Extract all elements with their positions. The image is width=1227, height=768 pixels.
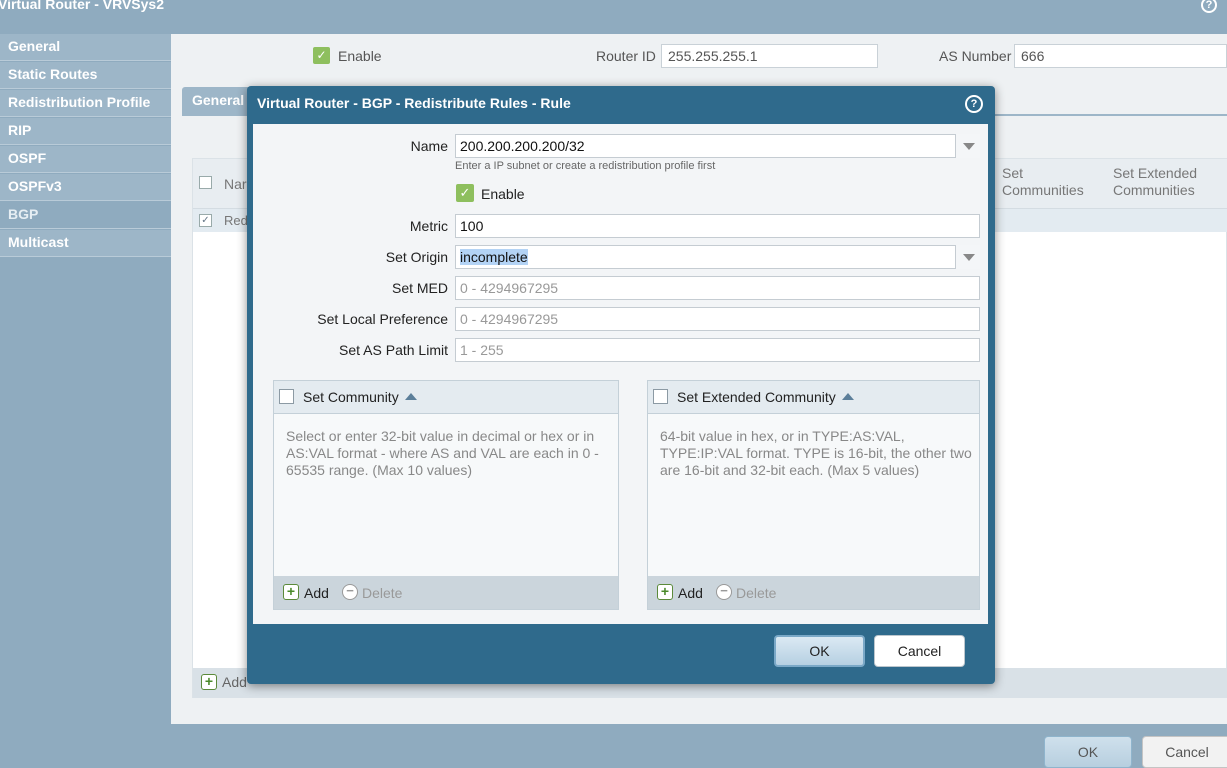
add-icon[interactable]: + — [657, 584, 673, 600]
set-community-column-header[interactable]: Set Community — [303, 389, 417, 405]
set-community-hint: Select or enter 32-bit value in decimal … — [286, 428, 599, 478]
set-extended-community-delete-button[interactable]: Delete — [736, 585, 776, 601]
tab-general[interactable]: General — [182, 87, 252, 115]
grid-col-name[interactable]: Nar — [224, 176, 247, 193]
set-extended-community-column-header[interactable]: Set Extended Community — [677, 389, 854, 405]
rule-enable-checkbox[interactable]: ✓ — [456, 184, 474, 202]
dialog-cancel-button[interactable]: Cancel — [874, 635, 965, 667]
set-local-preference-input[interactable]: 0 - 4294967295 — [455, 307, 980, 331]
sidebar-item-multicast[interactable]: Multicast — [0, 230, 171, 257]
set-origin-select[interactable]: incomplete — [455, 245, 980, 269]
set-community-delete-button[interactable]: Delete — [362, 585, 402, 601]
set-extended-community-header: Set Extended Community — [648, 381, 979, 414]
set-med-input[interactable]: 0 - 4294967295 — [455, 276, 980, 300]
outer-cancel-button[interactable]: Cancel — [1142, 736, 1227, 768]
set-community-add-button[interactable]: Add — [304, 585, 329, 601]
rule-enable-label: Enable — [481, 186, 525, 202]
set-extended-community-select-all-checkbox[interactable] — [653, 389, 668, 404]
add-icon[interactable]: + — [201, 674, 217, 690]
set-origin-label: Set Origin — [385, 249, 448, 265]
set-community-footer: + Add − Delete — [274, 576, 618, 609]
sidebar-item-general[interactable]: General — [0, 34, 171, 61]
dialog-ok-button[interactable]: OK — [774, 635, 865, 667]
set-origin-chevron-down-icon[interactable] — [955, 245, 980, 269]
sidebar-item-redistribution-profile[interactable]: Redistribution Profile — [0, 90, 171, 117]
set-extended-community-add-button[interactable]: Add — [678, 585, 703, 601]
grid-add-button[interactable]: Add — [222, 674, 247, 690]
set-community-header: Set Community — [274, 381, 618, 414]
set-extended-community-panel: Set Extended Community 64-bit value in h… — [647, 380, 980, 610]
name-dropdown-chevron-down-icon[interactable] — [955, 134, 980, 158]
row-name-cell: Red — [224, 213, 248, 228]
name-value: 200.200.200.200/32 — [460, 138, 585, 154]
metric-input[interactable]: 100 — [455, 214, 980, 238]
outer-window-title-bar: Virtual Router - VRVSys2 — [0, 0, 1227, 30]
dialog-title: Virtual Router - BGP - Redistribute Rule… — [257, 95, 571, 111]
router-id-label: Router ID — [596, 48, 656, 64]
set-extended-community-header-label: Set Extended Community — [677, 389, 836, 405]
delete-icon[interactable]: − — [342, 584, 358, 600]
outer-window-title: Virtual Router - VRVSys2 — [0, 0, 164, 12]
set-extended-community-hint: 64-bit value in hex, or in TYPE:AS:VAL, … — [660, 428, 972, 478]
delete-icon[interactable]: − — [716, 584, 732, 600]
outer-enable-label: Enable — [338, 48, 382, 64]
sort-ascending-icon — [841, 393, 854, 400]
as-number-label: AS Number — [939, 48, 1012, 64]
sidebar-item-bgp[interactable]: BGP — [0, 202, 171, 229]
sidebar-item-ospf[interactable]: OSPF — [0, 146, 171, 173]
set-local-preference-label: Set Local Preference — [317, 311, 448, 327]
set-as-path-limit-input[interactable]: 1 - 255 — [455, 338, 980, 362]
as-number-input[interactable]: 666 — [1014, 44, 1227, 68]
name-hint-text: Enter a IP subnet or create a redistribu… — [455, 160, 716, 172]
set-community-select-all-checkbox[interactable] — [279, 389, 294, 404]
router-id-input[interactable]: 255.255.255.1 — [661, 44, 878, 68]
set-community-panel: Set Community Select or enter 32-bit val… — [273, 380, 619, 610]
set-extended-community-footer: + Add − Delete — [648, 576, 979, 609]
set-origin-value: incomplete — [460, 249, 528, 265]
grid-col-set-extended-communities[interactable]: Set Extended Communities — [1113, 165, 1223, 199]
row-checkbox[interactable]: ✓ — [199, 214, 212, 227]
outer-ok-button[interactable]: OK — [1044, 736, 1132, 768]
sidebar-item-static-routes[interactable]: Static Routes — [0, 62, 171, 89]
set-community-header-label: Set Community — [303, 389, 399, 405]
outer-enable-checkbox[interactable]: ✓ — [313, 47, 330, 64]
sidebar-item-rip[interactable]: RIP — [0, 118, 171, 145]
dialog-help-icon[interactable]: ? — [965, 95, 983, 113]
set-med-label: Set MED — [391, 280, 448, 296]
add-icon[interactable]: + — [283, 584, 299, 600]
name-label: Name — [410, 138, 448, 154]
sidebar-item-ospfv3[interactable]: OSPFv3 — [0, 174, 171, 201]
grid-select-all-checkbox[interactable] — [199, 176, 212, 189]
grid-col-set-communities[interactable]: Set Communities — [1002, 165, 1102, 199]
metric-label: Metric — [409, 218, 448, 234]
set-as-path-limit-label: Set AS Path Limit — [339, 342, 448, 358]
outer-sidebar: General Static Routes Redistribution Pro… — [0, 34, 171, 765]
name-combobox[interactable]: 200.200.200.200/32 — [455, 134, 980, 158]
sort-ascending-icon — [404, 393, 417, 400]
